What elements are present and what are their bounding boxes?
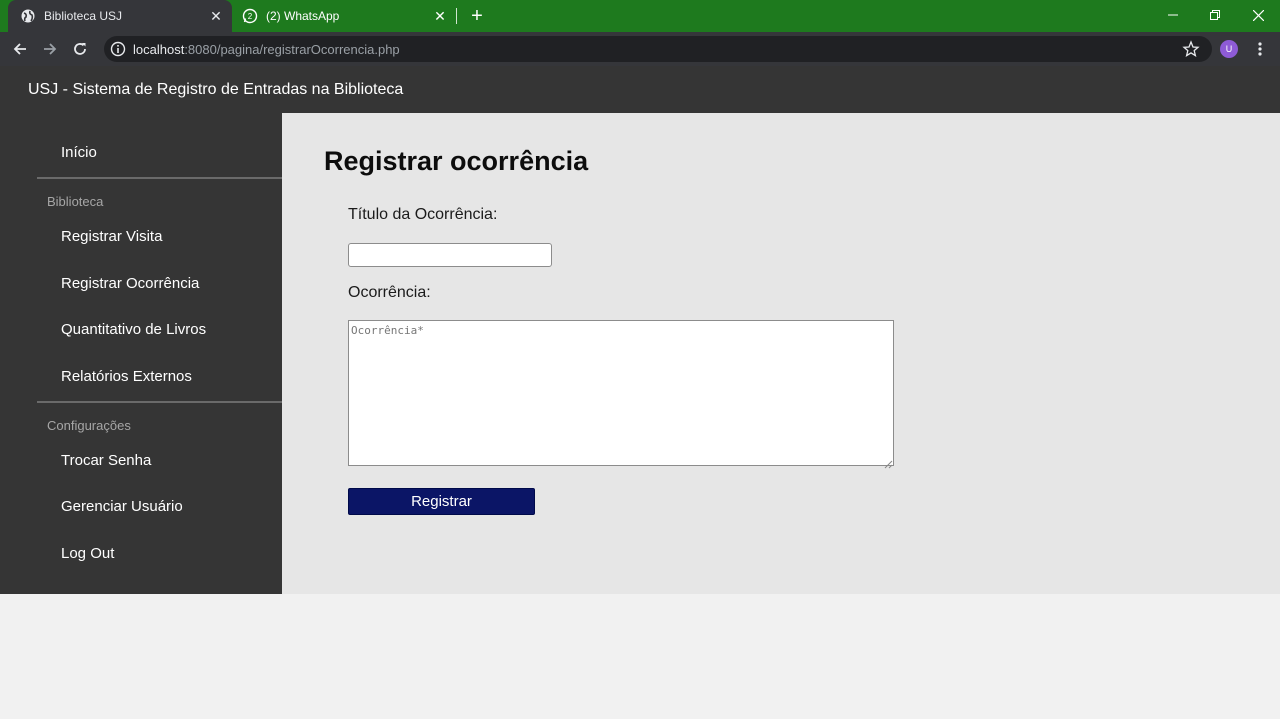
- url-path: :8080/pagina/registrarOcorrencia.php: [184, 42, 400, 57]
- occurrence-field-label: Ocorrência:: [348, 284, 431, 301]
- sidebar-item-registrar-visita[interactable]: Registrar Visita: [61, 228, 162, 245]
- profile-avatar[interactable]: U: [1220, 40, 1238, 58]
- resize-grip-icon[interactable]: [884, 456, 893, 469]
- occurrence-textarea[interactable]: [348, 320, 894, 466]
- sidebar-item-quantitativo-livros[interactable]: Quantitativo de Livros: [61, 321, 206, 338]
- sidebar-item-relatorios-externos[interactable]: Relatórios Externos: [61, 368, 192, 385]
- globe-icon: [20, 8, 36, 24]
- address-bar[interactable]: localhost:8080/pagina/registrarOcorrenci…: [104, 36, 1212, 62]
- sidebar-item-log-out[interactable]: Log Out: [61, 545, 114, 562]
- title-input[interactable]: [348, 243, 552, 267]
- tab-separator: [456, 8, 457, 24]
- close-icon[interactable]: ✕: [430, 6, 450, 26]
- back-icon[interactable]: [8, 37, 32, 61]
- title-field-label: Título da Ocorrência:: [348, 206, 498, 223]
- svg-text:2: 2: [248, 12, 253, 21]
- url-text: localhost:8080/pagina/registrarOcorrenci…: [133, 42, 400, 57]
- page-background: [0, 594, 1280, 719]
- page-title: Registrar ocorrência: [324, 146, 589, 176]
- sidebar-section-biblioteca: Biblioteca: [47, 194, 104, 209]
- sidebar-divider: [37, 401, 282, 403]
- main-content: Registrar ocorrência Título da Ocorrênci…: [282, 113, 1280, 594]
- sidebar-section-configuracoes: Configurações: [47, 418, 131, 433]
- bookmark-star-icon[interactable]: [1182, 40, 1200, 58]
- tab-title: Biblioteca USJ: [44, 9, 123, 23]
- url-host: localhost: [133, 42, 185, 57]
- close-icon[interactable]: ✕: [206, 6, 226, 26]
- tab-whatsapp[interactable]: 2 (2) WhatsApp ✕: [232, 0, 456, 32]
- sidebar-item-trocar-senha[interactable]: Trocar Senha: [61, 452, 151, 469]
- tab-biblioteca[interactable]: Biblioteca USJ ✕: [8, 0, 232, 32]
- info-icon[interactable]: [110, 41, 126, 57]
- restore-icon[interactable]: [1193, 0, 1237, 30]
- menu-kebab-icon[interactable]: [1250, 39, 1270, 59]
- whatsapp-icon: 2: [242, 8, 258, 24]
- register-button[interactable]: Registrar: [348, 488, 535, 515]
- reload-icon[interactable]: [68, 37, 92, 61]
- tab-title: (2) WhatsApp: [266, 9, 340, 23]
- app-header: USJ - Sistema de Registro de Entradas na…: [0, 66, 1280, 113]
- sidebar-item-inicio[interactable]: Início: [61, 144, 97, 161]
- sidebar-divider: [37, 177, 282, 179]
- browser-tabstrip: Biblioteca USJ ✕ 2 (2) WhatsApp ✕ +: [0, 0, 1280, 32]
- app-title: USJ - Sistema de Registro de Entradas na…: [28, 81, 404, 98]
- sidebar-item-gerenciar-usuario[interactable]: Gerenciar Usuário: [61, 498, 183, 515]
- close-window-icon[interactable]: [1236, 0, 1280, 30]
- browser-toolbar: localhost:8080/pagina/registrarOcorrenci…: [0, 32, 1280, 66]
- new-tab-icon[interactable]: +: [466, 5, 488, 27]
- sidebar-item-registrar-ocorrencia[interactable]: Registrar Ocorrência: [61, 275, 199, 292]
- minimize-icon[interactable]: [1151, 0, 1195, 30]
- sidebar: Início Biblioteca Registrar Visita Regis…: [0, 113, 282, 594]
- forward-icon[interactable]: [38, 37, 62, 61]
